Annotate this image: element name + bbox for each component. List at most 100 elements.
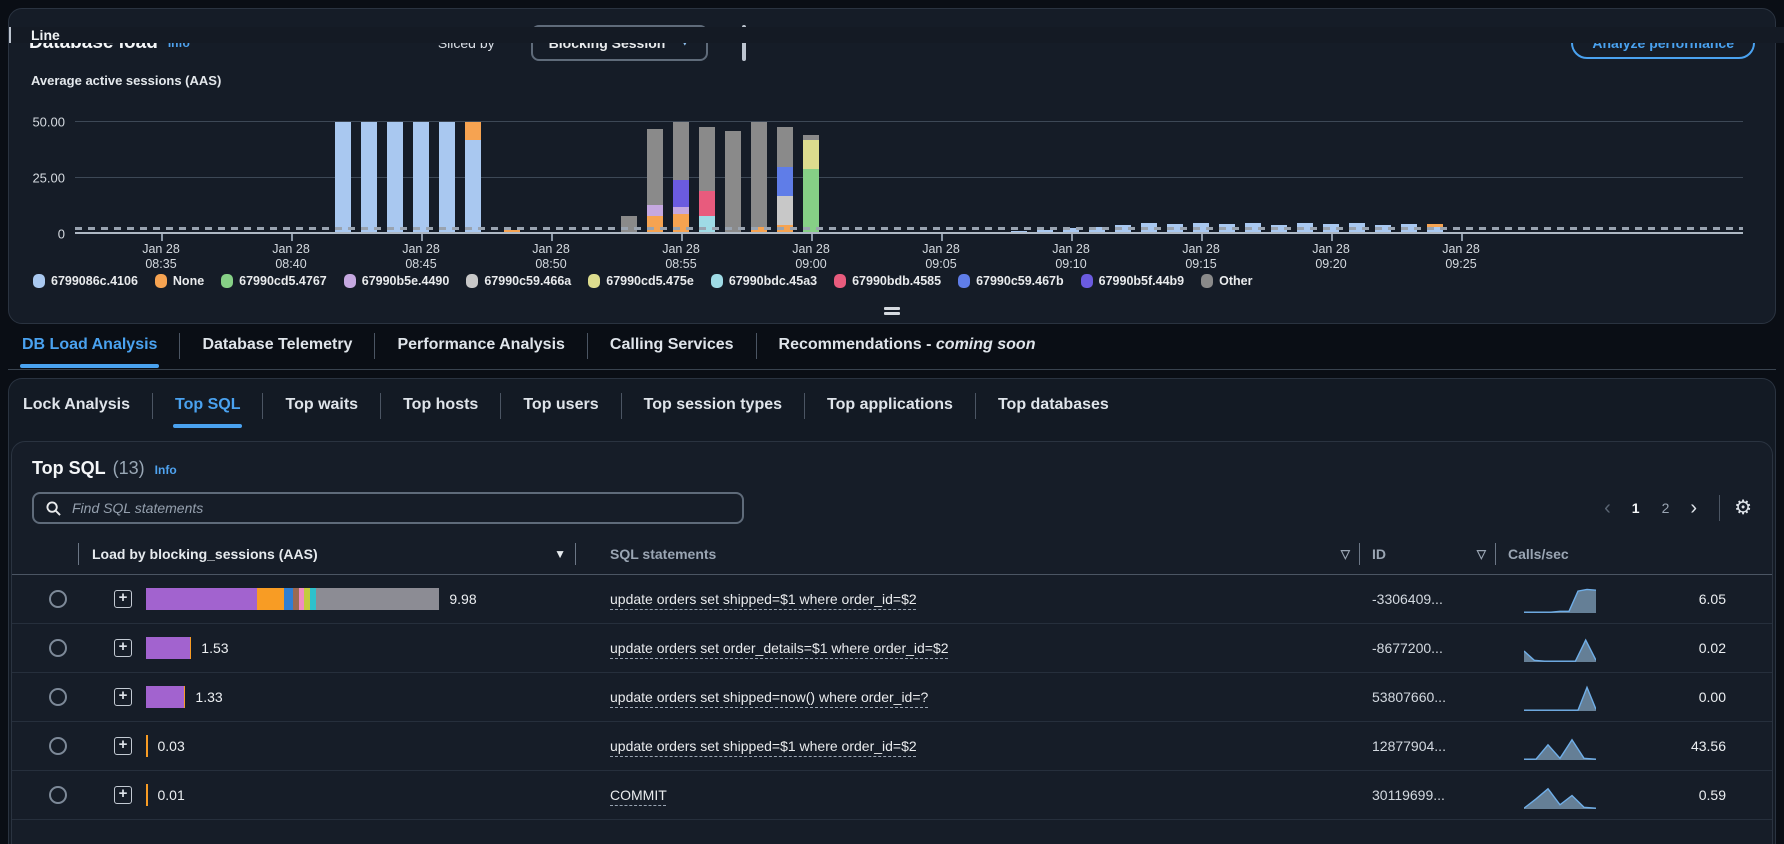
- x-tick-mark: [551, 234, 553, 241]
- legend-item[interactable]: 67990b5f.44b9: [1081, 274, 1184, 288]
- legend-item[interactable]: Other: [1201, 274, 1252, 288]
- top-sql-count: (13): [113, 458, 145, 479]
- bar-segment: [465, 140, 481, 234]
- legend-label: Other: [1219, 274, 1252, 288]
- tab-database-telemetry[interactable]: Database Telemetry: [200, 336, 354, 366]
- legend-color-chip: [834, 274, 846, 288]
- row-radio-button[interactable]: [49, 639, 67, 657]
- load-bar-segment: [284, 588, 293, 610]
- top-sql-info-link[interactable]: Info: [155, 463, 177, 477]
- table-row[interactable]: +1.53update orders set order_details=$1 …: [12, 624, 1772, 673]
- subtab-lock-analysis[interactable]: Lock Analysis: [21, 396, 132, 426]
- expand-row-button[interactable]: +: [114, 639, 132, 657]
- sub-tabs: Lock Analysis Top SQL Top waits Top hosts To…: [11, 393, 1773, 429]
- column-header-load[interactable]: Load by blocking_sessions (AAS) ▼: [40, 534, 576, 574]
- legend-item[interactable]: 67990bdc.45a3: [711, 274, 817, 288]
- row-radio-button[interactable]: [49, 737, 67, 755]
- chart-bar[interactable]: [413, 122, 429, 234]
- expand-row-button[interactable]: +: [114, 688, 132, 706]
- sort-icon[interactable]: ▽: [1477, 547, 1496, 561]
- top-sql-card: Top SQL (13) Info ‹12›⚙ Load by blocking…: [11, 441, 1773, 844]
- row-select-cell: [40, 737, 78, 755]
- chart-bar[interactable]: [699, 126, 715, 234]
- subtab-top-hosts[interactable]: Top hosts: [401, 396, 480, 426]
- sql-statement-link[interactable]: update orders set shipped=$1 where order…: [610, 738, 917, 754]
- row-expand-cell: +: [78, 688, 140, 706]
- sql-statement-link[interactable]: COMMIT: [610, 787, 667, 803]
- tab-calling-services[interactable]: Calling Services: [608, 336, 736, 366]
- page-number-1[interactable]: 1: [1623, 500, 1649, 516]
- chart-bar[interactable]: [803, 135, 819, 234]
- previous-page-button[interactable]: ‹: [1596, 498, 1619, 518]
- x-tick-mark: [291, 234, 293, 241]
- toggle-line-button[interactable]: Line: [742, 27, 746, 43]
- sql-statement-link[interactable]: update orders set shipped=now() where or…: [610, 689, 928, 705]
- tab-recommendations[interactable]: Recommendations - coming soon: [777, 336, 1038, 366]
- sort-icon[interactable]: ▽: [1341, 547, 1360, 561]
- y-tick-label: 0: [58, 227, 65, 242]
- next-page-button[interactable]: ›: [1682, 498, 1705, 518]
- expand-row-button[interactable]: +: [114, 590, 132, 608]
- legend-item[interactable]: 67990cd5.475e: [588, 274, 694, 288]
- sql-cell: update orders set order_details=$1 where…: [576, 640, 1360, 656]
- subtab-top-databases[interactable]: Top databases: [996, 396, 1111, 426]
- column-header-id[interactable]: ID ▽: [1360, 534, 1496, 574]
- load-bar-segment: [316, 588, 439, 610]
- calls-sparkline-chart: [1524, 731, 1596, 761]
- sql-statement-link[interactable]: update orders set order_details=$1 where…: [610, 640, 949, 656]
- table-row[interactable]: +0.01COMMIT30119699...0.59: [12, 771, 1772, 820]
- table-row[interactable]: +1.33update orders set shipped=now() whe…: [12, 673, 1772, 722]
- table-row[interactable]: +9.98update orders set shipped=$1 where …: [12, 575, 1772, 624]
- row-radio-button[interactable]: [49, 590, 67, 608]
- row-expand-cell: +: [78, 590, 140, 608]
- chart-bar[interactable]: [751, 122, 767, 234]
- subtab-top-waits[interactable]: Top waits: [283, 396, 360, 426]
- chart-bar[interactable]: [673, 122, 689, 234]
- subtab-top-sql[interactable]: Top SQL: [173, 396, 242, 426]
- bar-segment: [673, 214, 689, 234]
- chart-plot-area[interactable]: Jan 28 08:35Jan 28 08:40Jan 28 08:45Jan …: [75, 92, 1755, 234]
- sql-statement-link[interactable]: update orders set shipped=$1 where order…: [610, 591, 917, 607]
- chart-bar[interactable]: [647, 129, 663, 234]
- row-radio-button[interactable]: [49, 786, 67, 804]
- tab-db-load-analysis[interactable]: DB Load Analysis: [20, 336, 159, 366]
- table-row[interactable]: +0.03update orders set shipped=$1 where …: [12, 722, 1772, 771]
- column-header-sql[interactable]: SQL statements ▽: [576, 534, 1360, 574]
- chart-bar[interactable]: [439, 122, 455, 234]
- legend-item[interactable]: 67990b5e.4490: [344, 274, 450, 288]
- subtab-top-applications[interactable]: Top applications: [825, 396, 955, 426]
- expand-row-button[interactable]: +: [114, 786, 132, 804]
- x-tick-mark: [421, 234, 423, 241]
- expand-row-button[interactable]: +: [114, 737, 132, 755]
- x-tick-mark: [811, 234, 813, 241]
- subtab-top-session-types[interactable]: Top session types: [642, 396, 784, 426]
- threshold-dashed-line: [75, 227, 1743, 230]
- bar-segment: [439, 122, 455, 234]
- sql-search-input[interactable]: [70, 499, 730, 517]
- resize-handle[interactable]: [884, 305, 900, 318]
- bar-segment: [673, 180, 689, 207]
- legend-item[interactable]: 6799086c.4106: [33, 274, 138, 288]
- bar-segment: [751, 122, 767, 227]
- legend-item[interactable]: None: [155, 274, 204, 288]
- legend-item[interactable]: 67990bdb.4585: [834, 274, 941, 288]
- legend-item[interactable]: 67990c59.466a: [466, 274, 571, 288]
- subtab-top-users[interactable]: Top users: [521, 396, 600, 426]
- chart-bar[interactable]: [777, 126, 793, 234]
- sql-search-box[interactable]: [32, 492, 744, 524]
- chart-bar[interactable]: [725, 131, 741, 234]
- x-tick-mark: [1201, 234, 1203, 241]
- chart-bar[interactable]: [361, 122, 377, 234]
- chart-bar[interactable]: [465, 122, 481, 234]
- legend-item[interactable]: 67990c59.467b: [958, 274, 1064, 288]
- sort-desc-icon[interactable]: ▼: [554, 547, 576, 561]
- chart-bar[interactable]: [335, 122, 351, 234]
- page-number-2[interactable]: 2: [1653, 500, 1679, 516]
- chart-bar[interactable]: [387, 122, 403, 234]
- tab-divider: [152, 393, 153, 419]
- gear-icon[interactable]: ⚙: [1734, 498, 1752, 518]
- legend-item[interactable]: 67990cd5.4767: [221, 274, 327, 288]
- tab-performance-analysis[interactable]: Performance Analysis: [395, 336, 566, 366]
- row-radio-button[interactable]: [49, 688, 67, 706]
- column-header-calls[interactable]: Calls/sec: [1496, 534, 1772, 574]
